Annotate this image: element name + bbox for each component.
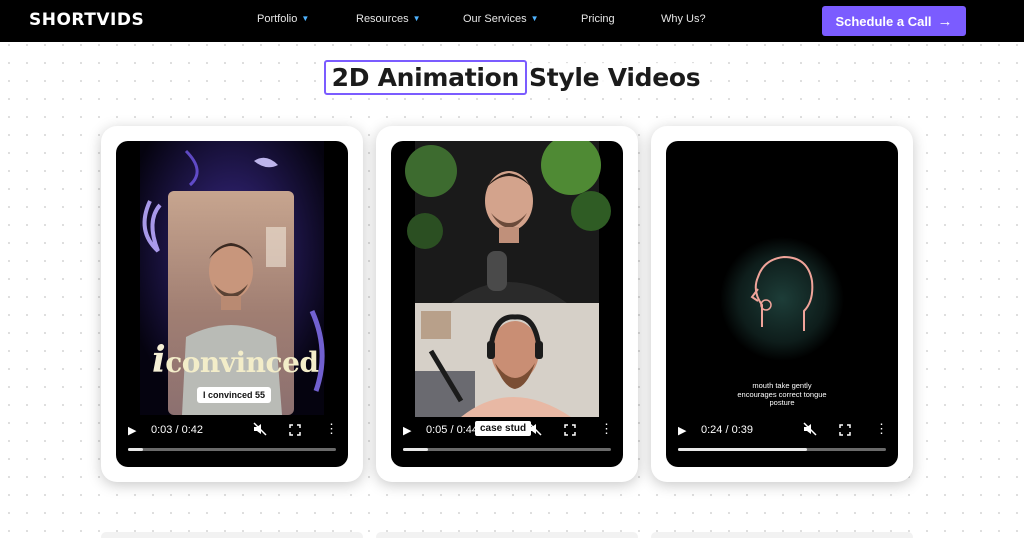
more-options-icon[interactable]: ⋮: [875, 422, 888, 435]
next-card-edge: [651, 532, 913, 538]
overlay-letter: i: [152, 339, 166, 381]
schedule-call-label: Schedule a Call: [835, 13, 932, 29]
time-display: 0:03 / 0:42: [151, 424, 203, 436]
nav-resources[interactable]: Resources ▼: [356, 13, 421, 25]
progress-track[interactable]: [403, 448, 611, 451]
chevron-down-icon: ▼: [412, 13, 421, 23]
nav-our-services[interactable]: Our Services ▼: [463, 13, 539, 25]
heading-highlight: 2D Animation: [323, 60, 528, 95]
section-heading: 2D Animation Style Videos: [0, 60, 1024, 95]
chevron-down-icon: ▼: [301, 13, 310, 23]
logo[interactable]: SHORTVIDS: [29, 10, 144, 30]
progress-fill: [403, 448, 428, 451]
overlay-word: iconvinced: [152, 339, 319, 381]
mute-icon[interactable]: [528, 422, 542, 441]
nav-portfolio[interactable]: Portfolio ▼: [257, 13, 309, 25]
next-card-edge: [376, 532, 638, 538]
nav-pricing[interactable]: Pricing: [581, 13, 615, 25]
fullscreen-icon[interactable]: [289, 423, 301, 441]
top-navbar: SHORTVIDS Portfolio ▼ Resources ▼ Our Se…: [0, 0, 1024, 42]
more-options-icon[interactable]: ⋮: [325, 422, 338, 435]
nav-portfolio-label: Portfolio: [257, 13, 298, 25]
next-card-edge: [101, 532, 363, 538]
play-icon[interactable]: ▶: [128, 424, 136, 437]
nav-why-us[interactable]: Why Us?: [661, 13, 706, 25]
nav-why-us-label: Why Us?: [661, 13, 706, 25]
time-display: 0:05 / 0:44: [426, 424, 478, 436]
nav-pricing-label: Pricing: [581, 13, 615, 25]
chevron-down-icon: ▼: [530, 13, 539, 23]
video-controls: ▶ 0:05 / 0:44 ⋮: [391, 415, 623, 467]
heading-rest: Style Videos: [529, 63, 701, 92]
play-icon[interactable]: ▶: [678, 424, 686, 437]
video-card-2: case stud ▶ 0:05 / 0:44 ⋮: [376, 126, 638, 482]
fullscreen-icon[interactable]: [564, 423, 576, 441]
schedule-call-button[interactable]: Schedule a Call →: [822, 6, 966, 36]
nav-our-services-label: Our Services: [463, 13, 527, 25]
video-player-1[interactable]: iconvinced I convinced 55 ▶ 0:03 / 0:42 …: [116, 141, 348, 467]
fullscreen-icon[interactable]: [839, 423, 851, 441]
video-caption: mouth take gently encourages correct ton…: [737, 381, 827, 407]
video-controls: ▶ 0:24 / 0:39 ⋮: [666, 415, 898, 467]
more-options-icon[interactable]: ⋮: [600, 422, 613, 435]
progress-fill: [128, 448, 143, 451]
video-card-3: mouth take gently encourages correct ton…: [651, 126, 913, 482]
video-player-3[interactable]: mouth take gently encourages correct ton…: [666, 141, 898, 467]
mute-icon[interactable]: [803, 422, 817, 441]
video-caption: I convinced 55: [197, 387, 272, 403]
time-display: 0:24 / 0:39: [701, 424, 753, 436]
progress-track[interactable]: [678, 448, 886, 451]
play-icon[interactable]: ▶: [403, 424, 411, 437]
arrow-right-icon: →: [937, 12, 953, 30]
nav-resources-label: Resources: [356, 13, 409, 25]
progress-track[interactable]: [128, 448, 336, 451]
mute-icon[interactable]: [253, 422, 267, 441]
overlay-word-text: convinced: [165, 346, 319, 379]
video-card-1: iconvinced I convinced 55 ▶ 0:03 / 0:42 …: [101, 126, 363, 482]
video-player-2[interactable]: case stud ▶ 0:05 / 0:44 ⋮: [391, 141, 623, 467]
progress-fill: [678, 448, 807, 451]
video-controls: ▶ 0:03 / 0:42 ⋮: [116, 415, 348, 467]
